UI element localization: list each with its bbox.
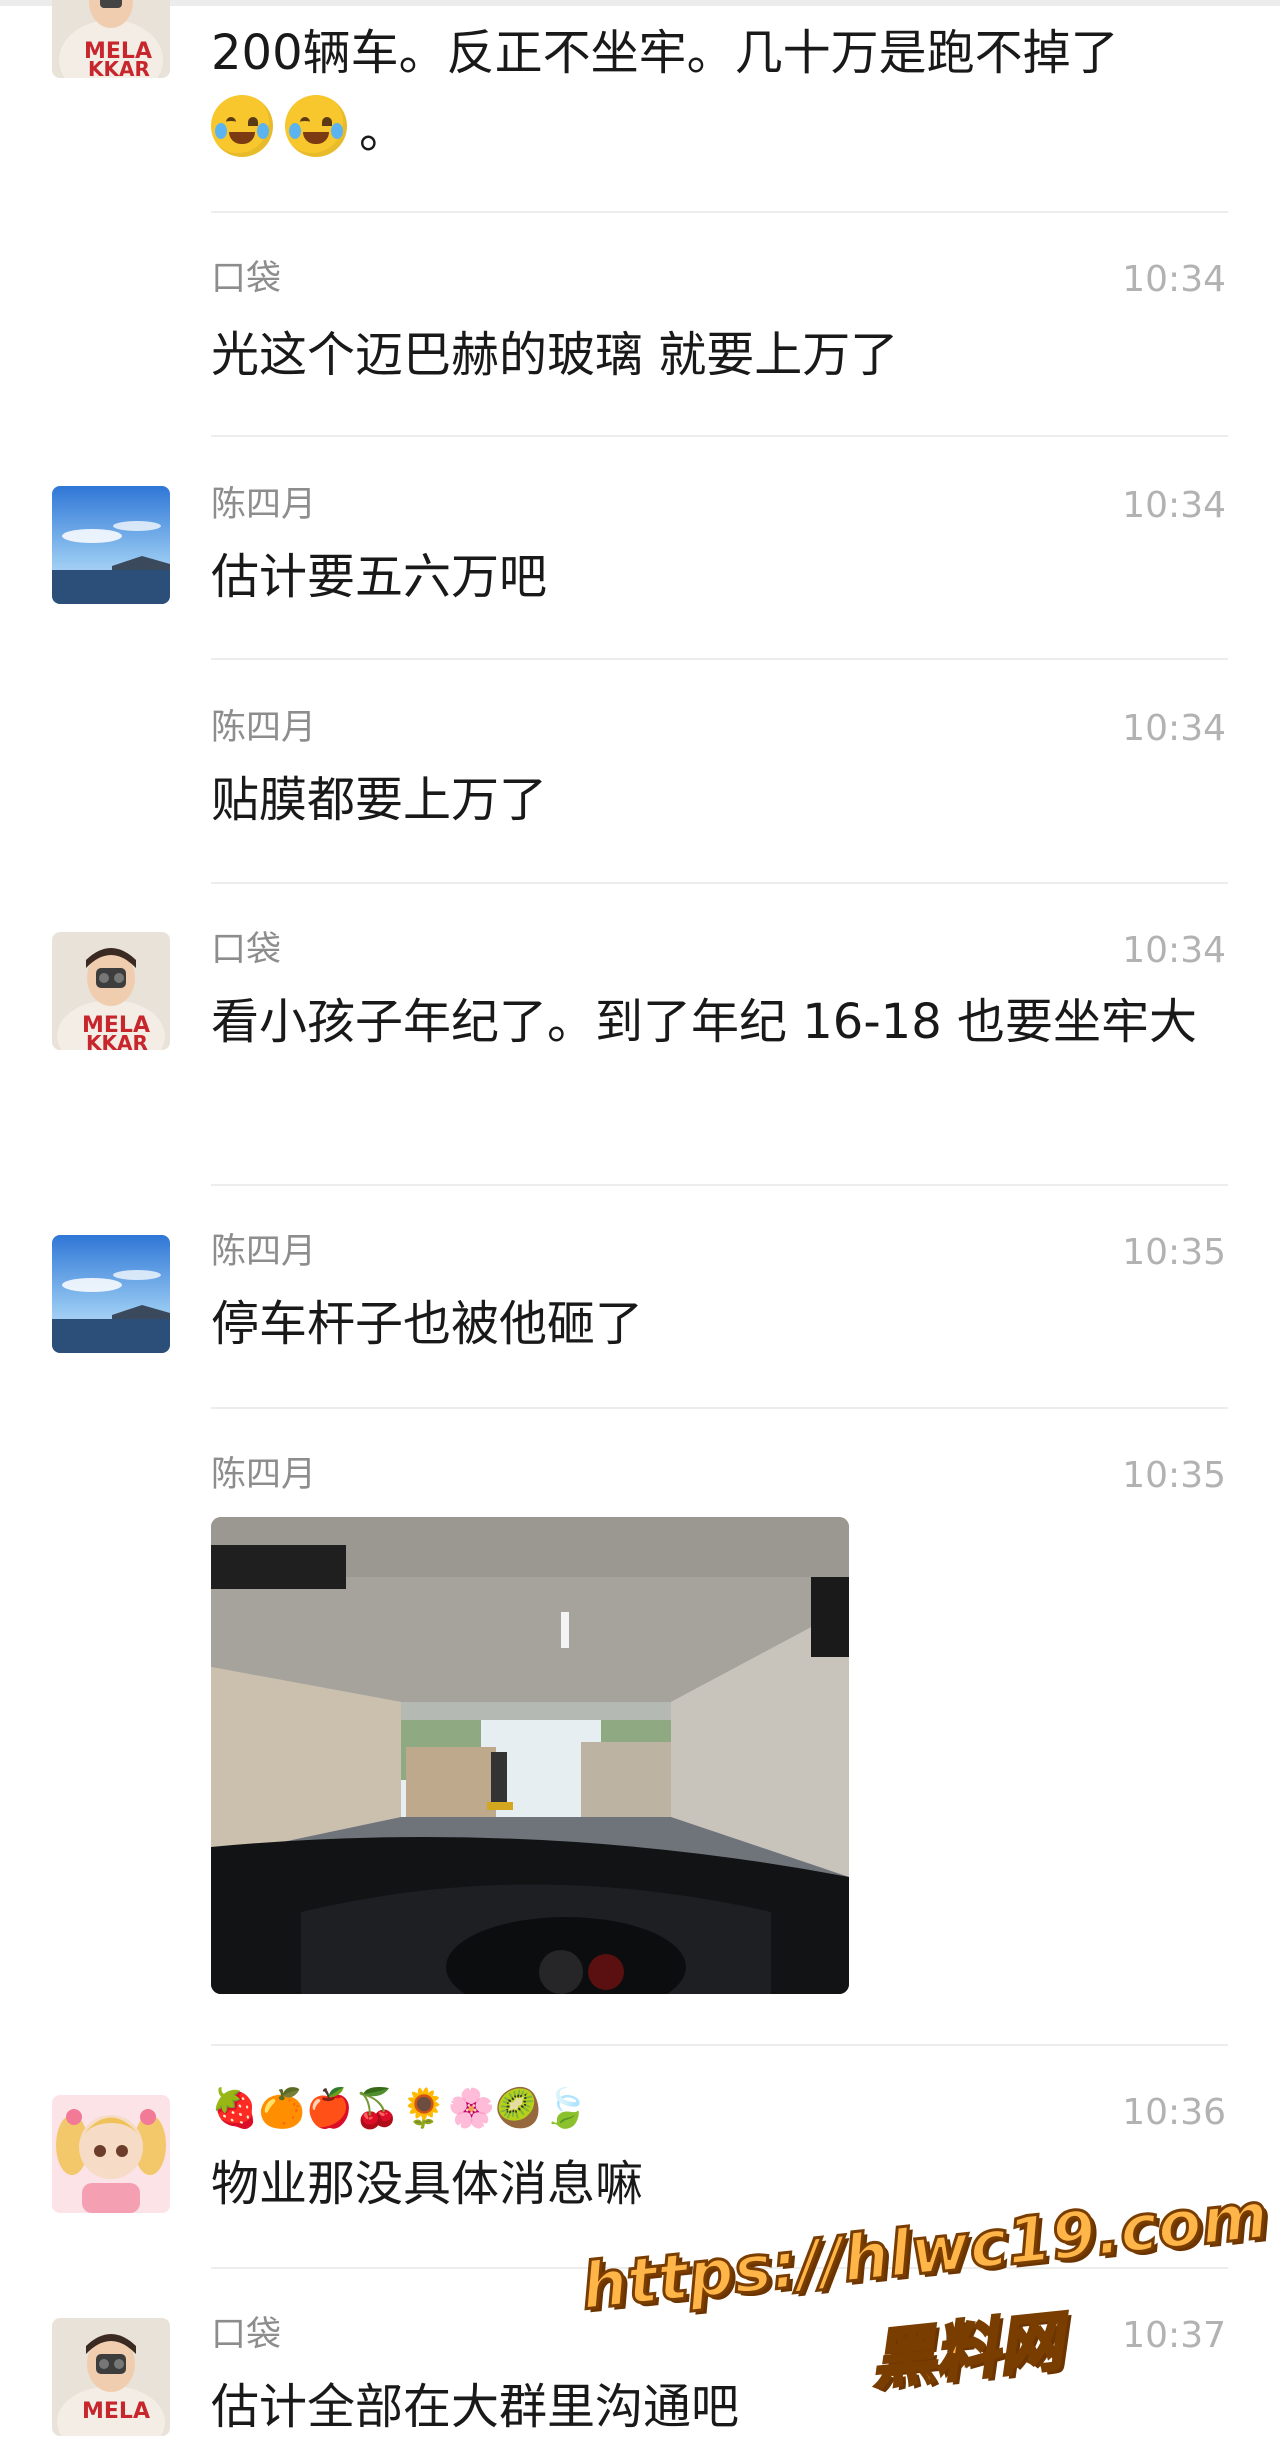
svg-text:KKAR: KKAR — [86, 1031, 148, 1050]
avatar-chensiyue[interactable] — [52, 486, 170, 604]
divider — [211, 435, 1228, 437]
sender-name: 口袋 — [211, 2315, 282, 2355]
message-text: 看小孩子年纪了。到了年纪 16-18 也要坐牢大 — [211, 994, 1197, 1050]
face-with-tears-emoji — [285, 95, 347, 157]
svg-text:KKAR: KKAR — [88, 57, 150, 78]
avatar-koudai[interactable]: MELA KKAR — [52, 0, 170, 78]
avatar-koudai[interactable]: MELA KKAR — [52, 932, 170, 1050]
message-time: 10:34 — [1122, 930, 1226, 971]
message-time: 10:34 — [1122, 259, 1226, 300]
sender-name: 陈四月 — [211, 708, 317, 748]
message-time: 10:36 — [1122, 2092, 1226, 2133]
divider — [211, 1184, 1228, 1186]
divider — [211, 211, 1228, 213]
sender-name: 陈四月 — [211, 485, 317, 525]
message-text: 估计要五六万吧 — [211, 549, 548, 605]
divider — [211, 658, 1228, 660]
divider — [211, 1407, 1228, 1409]
sender-name: 口袋 — [211, 259, 282, 299]
message-text: 贴膜都要上万了 — [211, 772, 548, 828]
message-time: 10:35 — [1122, 1232, 1226, 1273]
message-text-content: 200辆车。反正不坐牢。几十万是跑不掉了 — [211, 25, 1119, 81]
message-time: 10:34 — [1122, 708, 1226, 749]
avatar-chensiyue[interactable] — [52, 1235, 170, 1353]
message-text: 停车杆子也被他砸了 — [211, 1296, 644, 1352]
sender-name: 陈四月 — [211, 1455, 317, 1495]
divider — [211, 882, 1228, 884]
sender-name: 口袋 — [211, 930, 282, 970]
message-time: 10:35 — [1122, 1455, 1226, 1496]
message-text: 200辆车。反正不坐牢。几十万是跑不掉了 。 — [211, 14, 1211, 170]
garage-exit-photo[interactable] — [211, 1517, 849, 1994]
top-edge — [0, 0, 1280, 6]
svg-text:MELA: MELA — [82, 2399, 150, 2424]
message-text: 光这个迈巴赫的玻璃 就要上万了 — [211, 327, 899, 383]
avatar-fruit-user[interactable] — [52, 2095, 170, 2213]
sender-name: 陈四月 — [211, 1232, 317, 1272]
sender-name: 🍓🍊🍎🍒🌻🌸🥝🍃 — [211, 2086, 590, 2130]
avatar-koudai[interactable]: MELA — [52, 2318, 170, 2436]
message-time: 10:34 — [1122, 485, 1226, 526]
message-time: 10:37 — [1122, 2315, 1226, 2356]
message-suffix: 。 — [359, 103, 408, 159]
face-with-tears-emoji — [211, 95, 273, 157]
divider — [211, 2044, 1228, 2046]
